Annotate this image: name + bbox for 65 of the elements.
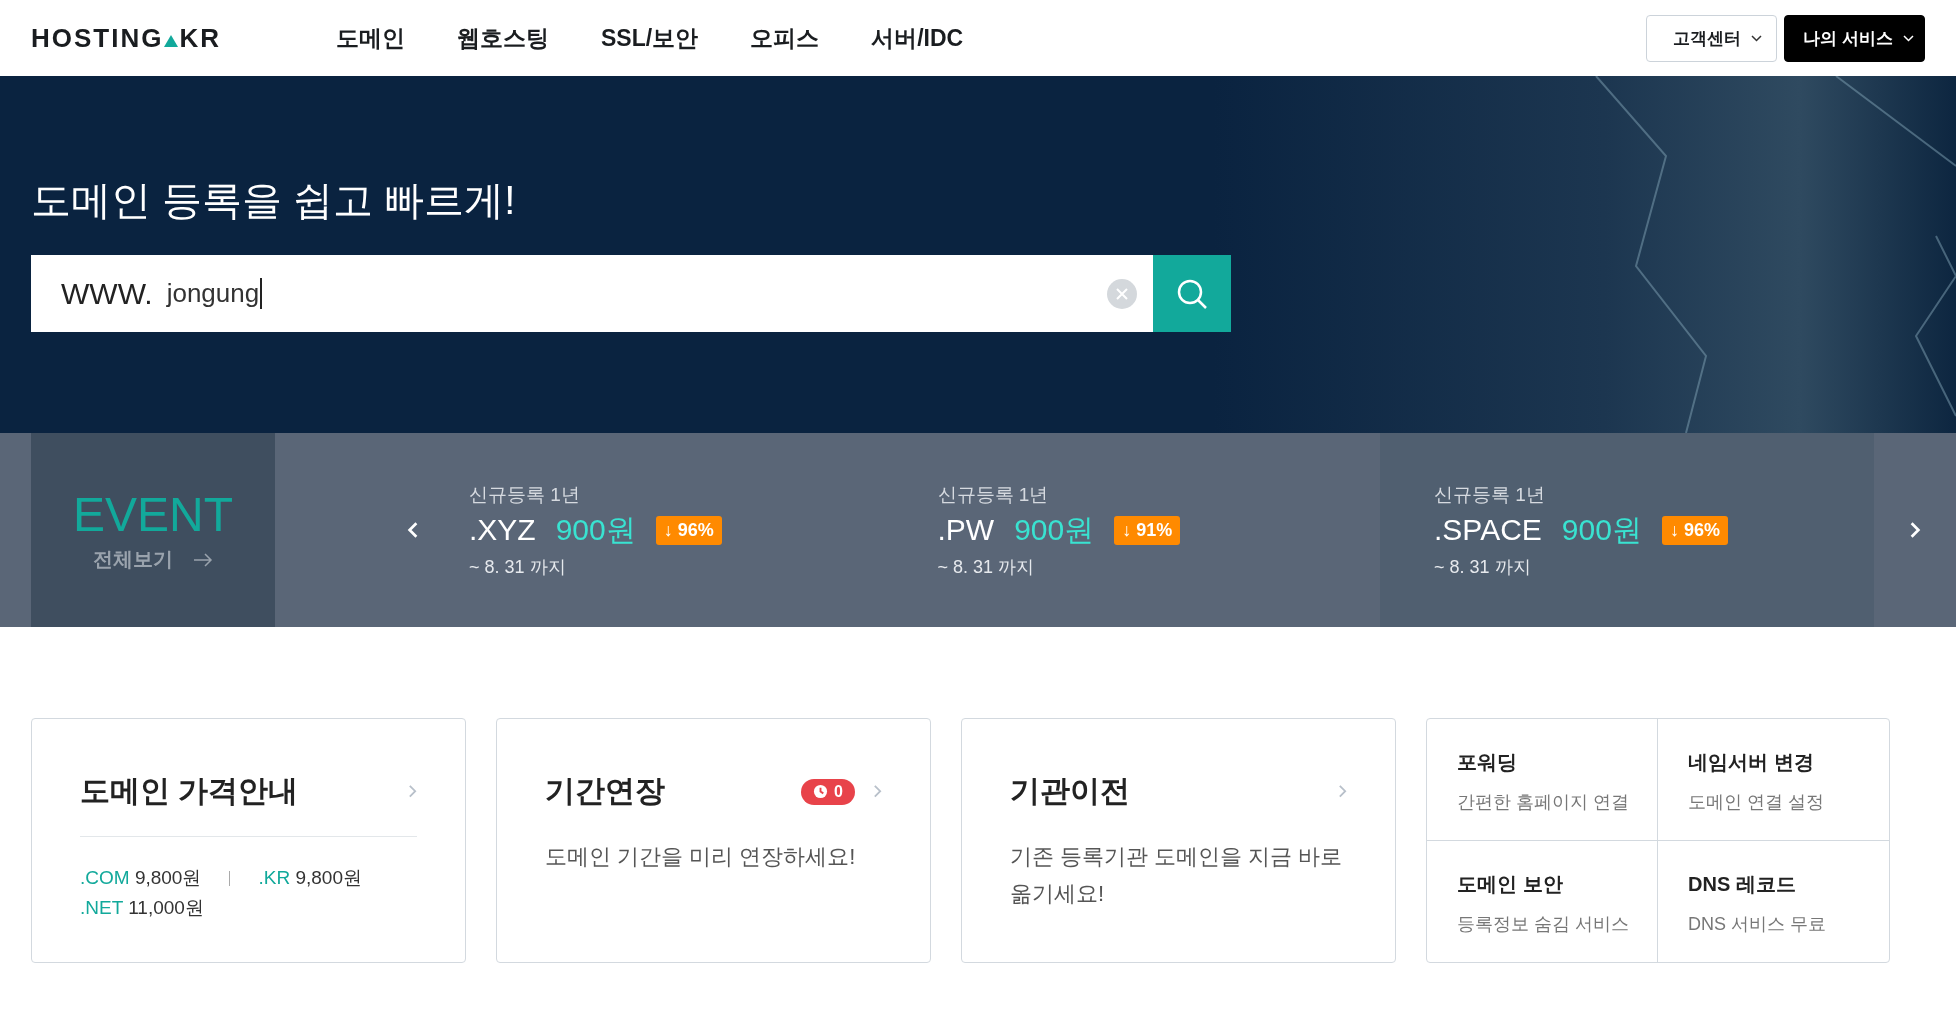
count-badge: 0 [801, 778, 855, 805]
domain-extension: .SPACE [1434, 513, 1542, 547]
event-period: ~ 8. 31 까지 [469, 555, 567, 579]
domain-extension: .PW [937, 513, 995, 547]
event-price: 900원 [1014, 511, 1095, 548]
event-price: 900원 [1561, 511, 1642, 548]
event-period: ~ 8. 31 까지 [1434, 555, 1532, 579]
clock-icon [813, 784, 829, 799]
event-item[interactable]: 신규등록 1년 .PW 900원 ↓ 91% ~ 8. 31 까지 [911, 433, 1380, 627]
card-title: 도메인 가격안내 [80, 773, 299, 809]
event-label: 신규등록 1년 [937, 482, 1050, 507]
price-item: .COM 9,800원 [80, 866, 202, 890]
event-label: 신규등록 1년 [1434, 482, 1546, 507]
event-card[interactable]: 신규등록 1년 .SPACE 900원 ↓ 96% ~ 8. 31 까지 [1380, 433, 1874, 627]
discount-badge: ↓ 96% [1661, 515, 1728, 545]
clear-icon[interactable] [1107, 278, 1137, 309]
my-services-button[interactable]: 나의 서비스 [1784, 14, 1925, 62]
service-title: 포워딩 [1457, 750, 1518, 775]
card-title: 기관이전 [1010, 773, 1130, 809]
service-title: DNS 레코드 [1688, 872, 1797, 897]
nav-link[interactable]: 웹호스팅 [457, 22, 549, 54]
hero-title: 도메인 등록을 쉽고 빠르게! [31, 177, 517, 224]
chevron-icon [1338, 784, 1347, 799]
caret-icon [1903, 34, 1914, 42]
chevron-icon [873, 784, 882, 799]
www-prefix: WWW. [61, 276, 153, 311]
search-button[interactable] [1153, 255, 1231, 332]
event-label: 신규등록 1년 [469, 482, 581, 507]
card-title: 기간연장 [545, 773, 665, 809]
price-item: .NET 11,000원 [80, 896, 204, 920]
service-card[interactable]: 기간연장 0 도메인 기간을 미리 연장하세요! [496, 718, 931, 963]
customer-center-button[interactable]: 고객센터 [1646, 14, 1778, 62]
event-period: ~ 8. 31 까지 [937, 555, 1036, 579]
card-description: 도메인 기간을 미리 연장하세요! [545, 843, 857, 871]
nav-link[interactable]: 오피스 [750, 22, 820, 54]
service-link[interactable]: 포워딩 간편한 홈페이지 연결 [1427, 719, 1658, 841]
service-link[interactable]: DNS 레코드 DNS 서비스 무료 [1658, 841, 1889, 962]
card-description: 기존 등록기관 도메인을 지금 바로 옮기세요! [1010, 843, 1344, 908]
nav-link[interactable]: 서버/IDC [871, 22, 964, 54]
site-logo[interactable]: HOSTING KR [31, 22, 221, 54]
service-description: DNS 서비스 무료 [1688, 913, 1827, 936]
arrow-right-icon [193, 552, 213, 567]
service-card[interactable]: 기관이전 기존 등록기관 도메인을 지금 바로 옮기세요! [961, 718, 1396, 963]
price-card[interactable]: 도메인 가격안내 .COM 9,800원 .KR 9,800원 .NET 11,000원 [31, 718, 466, 963]
service-description: 도메인 연결 설정 [1688, 791, 1825, 814]
service-link[interactable]: 네임서버 변경 도메인 연결 설정 [1658, 719, 1889, 841]
domain-extension: .XYZ [469, 513, 536, 547]
service-title: 네임서버 변경 [1688, 750, 1815, 775]
nav-link[interactable]: SSL/보안 [601, 22, 699, 54]
event-price: 900원 [555, 511, 636, 548]
domain-search-field[interactable]: WWW. jongung [31, 255, 1153, 332]
price-item: .KR 9,800원 [258, 866, 362, 890]
event-item[interactable]: 신규등록 1년 .XYZ 900원 ↓ 96% ~ 8. 31 까지 [443, 433, 912, 627]
nav-link[interactable]: 도메인 [336, 22, 405, 54]
caret-icon [1751, 34, 1763, 42]
chevron-right-icon [1909, 521, 1921, 539]
discount-badge: ↓ 91% [1114, 515, 1181, 545]
chevron-icon [408, 784, 417, 799]
event-title: EVENT [73, 487, 233, 542]
service-description: 등록정보 숨김 서비스 [1457, 913, 1630, 936]
discount-badge: ↓ 96% [655, 515, 722, 545]
service-link[interactable]: 도메인 보안 등록정보 숨김 서비스 [1427, 841, 1658, 962]
service-title: 도메인 보안 [1457, 872, 1564, 897]
chevron-left-icon [407, 521, 419, 539]
service-description: 간편한 홈페이지 연결 [1457, 791, 1630, 814]
